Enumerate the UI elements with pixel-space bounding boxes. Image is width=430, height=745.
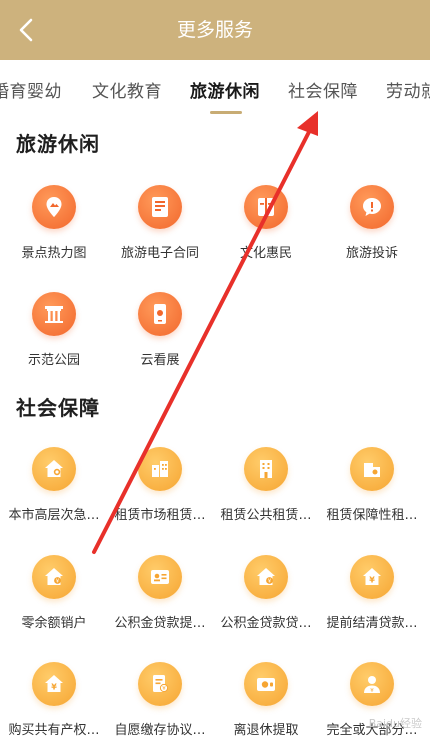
service-label: 公积金贷款贷…	[220, 616, 312, 631]
tab-marriage-childcare[interactable]: 婚育婴幼	[0, 77, 62, 102]
service-travel-contract[interactable]: 旅游电子合同	[106, 185, 214, 261]
service-early-loan-settle[interactable]: ¥ 提前结清贷款…	[318, 555, 426, 631]
service-label: 示范公园	[27, 353, 80, 368]
service-travel-complaint[interactable]: 旅游投诉	[318, 185, 426, 261]
svg-text:¥: ¥	[370, 688, 374, 694]
svg-text:¥: ¥	[56, 579, 60, 585]
service-label: 离退休提取	[233, 723, 299, 738]
tab-culture-education[interactable]: 文化教育	[92, 77, 162, 102]
service-market-rental[interactable]: 租赁市场租赁…	[106, 447, 214, 523]
service-label: 租赁保障性租…	[326, 508, 418, 523]
apartment-icon	[244, 447, 288, 491]
service-label: 云看展	[140, 353, 180, 368]
service-label: 零余额销户	[21, 616, 87, 631]
phone-exhibition-icon	[138, 292, 182, 336]
service-voluntary-deposit[interactable]: ¥ 自愿缴存协议…	[106, 662, 214, 738]
person-yen-icon: ¥	[350, 662, 394, 706]
service-label: 提前结清贷款…	[326, 616, 418, 631]
service-fund-loan-withdraw[interactable]: 公积金贷款提…	[106, 555, 214, 631]
service-cloud-exhibition[interactable]: 云看展	[106, 292, 214, 368]
house-yen-icon: ¥	[350, 555, 394, 599]
service-talent-housing[interactable]: 本市高层次急…	[0, 447, 108, 523]
house-yen-icon: ¥	[32, 662, 76, 706]
svg-text:¥: ¥	[369, 576, 375, 585]
id-card-icon	[138, 555, 182, 599]
house-badge-icon	[32, 447, 76, 491]
category-tabs: 婚育婴幼 文化教育 旅游休闲 社会保障 劳动就业	[0, 60, 430, 118]
service-label: 景点热力图	[21, 246, 87, 261]
svg-text:¥: ¥	[51, 683, 57, 692]
map-pin-icon	[32, 185, 76, 229]
service-retirement-withdraw[interactable]: 离退休提取	[212, 662, 320, 738]
svg-text:¥: ¥	[162, 686, 166, 692]
wallet-yen-icon	[244, 662, 288, 706]
service-fund-loan-lend[interactable]: ¥ 公积金贷款贷…	[212, 555, 320, 631]
tab-labor-employment[interactable]: 劳动就业	[386, 77, 430, 102]
service-zero-balance-close[interactable]: ¥ 零余额销户	[0, 555, 108, 631]
section-title-social-security: 社会保障	[16, 396, 100, 420]
app-header: 更多服务	[0, 0, 430, 60]
section-title-travel: 旅游休闲	[16, 132, 100, 156]
document-yen-icon: ¥	[138, 662, 182, 706]
complaint-bubble-icon	[350, 185, 394, 229]
service-label: 旅游电子合同	[120, 246, 199, 261]
contract-document-icon	[138, 185, 182, 229]
house-coin-icon: ¥	[244, 555, 288, 599]
service-model-park[interactable]: 示范公园	[0, 292, 108, 368]
service-scenic-heatmap[interactable]: 景点热力图	[0, 185, 108, 261]
park-gate-icon	[32, 292, 76, 336]
buildings-icon	[138, 447, 182, 491]
house-coin-icon: ¥	[32, 555, 76, 599]
service-affordable-rental[interactable]: 租赁保障性租…	[318, 447, 426, 523]
watermark: Baidu经验	[368, 717, 422, 730]
service-public-rental[interactable]: 租赁公共租赁…	[212, 447, 320, 523]
active-tab-indicator	[210, 111, 242, 114]
page-title: 更多服务	[176, 19, 253, 41]
service-label: 自愿缴存协议…	[114, 723, 206, 738]
service-label: 公积金贷款提…	[114, 616, 206, 631]
house-key-icon	[350, 447, 394, 491]
book-icon	[244, 185, 288, 229]
svg-text:¥: ¥	[268, 579, 272, 585]
service-culture-benefit[interactable]: 文化惠民	[212, 185, 320, 261]
service-label: 旅游投诉	[345, 246, 398, 261]
service-label: 文化惠民	[239, 246, 292, 261]
service-shared-ownership[interactable]: ¥ 购买共有产权…	[0, 662, 108, 738]
service-label: 本市高层次急…	[8, 508, 100, 523]
service-label: 购买共有产权…	[8, 723, 100, 738]
tab-travel-leisure[interactable]: 旅游休闲	[190, 77, 260, 102]
tab-social-security[interactable]: 社会保障	[288, 77, 358, 102]
service-label: 租赁市场租赁…	[114, 508, 206, 523]
service-label: 租赁公共租赁…	[220, 508, 312, 523]
